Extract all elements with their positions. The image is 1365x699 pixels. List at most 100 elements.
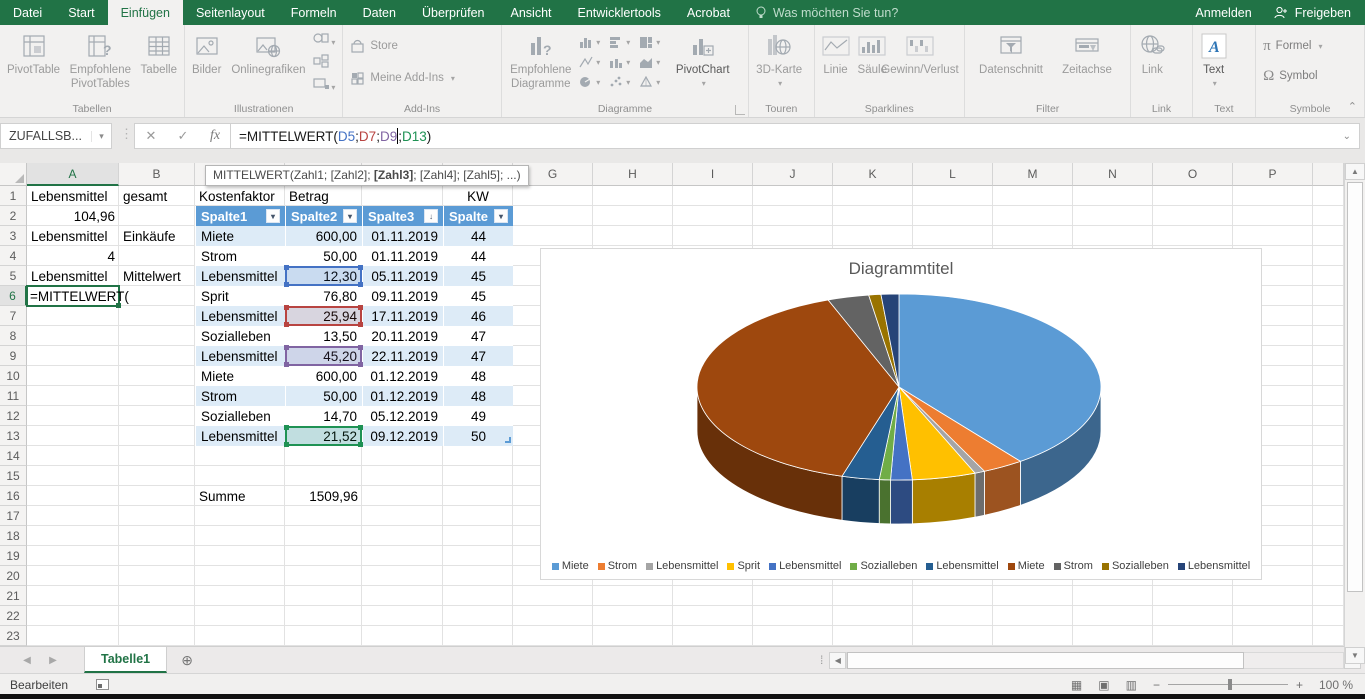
store-button[interactable]: Store (346, 35, 402, 57)
table-cell[interactable]: 01.12.2019 (362, 366, 443, 386)
meine-addins-button[interactable]: Meine Add-Ins▾ (346, 67, 459, 89)
xy-chart-button[interactable]: ▾ (609, 75, 631, 90)
row-header-21[interactable]: 21 (0, 586, 27, 606)
tab-acrobat[interactable]: Acrobat (674, 0, 743, 25)
row-header-2[interactable]: 2 (0, 206, 27, 226)
row-header-1[interactable]: 1 (0, 186, 27, 206)
zoom-in-icon[interactable]: + (1296, 678, 1303, 692)
radar-chart-button[interactable]: ▾ (639, 75, 661, 90)
row-header-11[interactable]: 11 (0, 386, 27, 406)
table-cell[interactable]: Lebensmittel (195, 306, 285, 326)
table-cell[interactable]: 09.12.2019 (362, 426, 443, 446)
formula-input[interactable]: =MITTELWERT(D5;D7;D9;D13) ⌄ (230, 123, 1360, 149)
scroll-down-icon[interactable]: ▼ (1345, 647, 1365, 664)
area-chart-button[interactable]: ▾ (639, 55, 661, 70)
table-cell[interactable]: 13,50 (285, 326, 362, 346)
tab-start[interactable]: Start (55, 0, 107, 25)
cancel-formula-button[interactable]: ✕ (135, 128, 167, 144)
table-cell[interactable]: 45 (443, 266, 513, 286)
table-cell[interactable]: 20.11.2019 (362, 326, 443, 346)
row-header-5[interactable]: 5 (0, 266, 27, 286)
zoom-track[interactable] (1168, 684, 1288, 685)
pie-slice-side-5[interactable] (879, 480, 890, 524)
pie-chart-object[interactable]: Diagrammtitel MieteStromLebensmittelSpri… (540, 248, 1262, 580)
legend-item[interactable]: Miete (552, 560, 589, 572)
legend-item[interactable]: Lebensmittel (1178, 560, 1250, 572)
table-cell[interactable]: 05.11.2019 (362, 266, 443, 286)
cell-F1[interactable]: KW (443, 186, 513, 206)
table-cell[interactable]: 50 (443, 426, 513, 446)
name-box[interactable]: ZUFALLSB... ▾ (0, 123, 112, 149)
combo-chart-button[interactable]: ▾ (609, 55, 631, 70)
insert-function-button[interactable]: fx (199, 128, 231, 144)
row-header-18[interactable]: 18 (0, 526, 27, 546)
v-scroll-thumb[interactable] (1347, 182, 1363, 592)
table-cell[interactable]: 46 (443, 306, 513, 326)
table-cell[interactable]: 17.11.2019 (362, 306, 443, 326)
table-cell[interactable]: 48 (443, 366, 513, 386)
next-sheet-button[interactable]: ▶ (40, 647, 66, 673)
scroll-left-icon[interactable]: ◀ (829, 652, 846, 669)
table-cell[interactable]: 14,70 (285, 406, 362, 426)
h-scroll-track[interactable] (846, 652, 1344, 669)
zoom-thumb[interactable] (1228, 679, 1232, 690)
pivottable-button[interactable]: PivotTable (3, 29, 64, 101)
text-button[interactable]: A Text ▾ (1196, 29, 1232, 101)
filter-sort-icon[interactable]: ↓ (424, 209, 438, 223)
pie-slice-side-3[interactable] (912, 473, 975, 524)
cell-B3[interactable]: Einkäufe (119, 226, 195, 246)
row-header-8[interactable]: 8 (0, 326, 27, 346)
bar-chart-button[interactable]: ▾ (609, 35, 631, 50)
table-cell[interactable]: Lebensmittel (195, 346, 285, 366)
row-header-12[interactable]: 12 (0, 406, 27, 426)
column-chart-button[interactable]: ▾ (579, 35, 601, 50)
datenschnitt-button[interactable]: Datenschnitt (968, 29, 1054, 101)
legend-item[interactable]: Sozialleben (850, 560, 917, 572)
table-cell[interactable]: 76,80 (285, 286, 362, 306)
normal-view-icon[interactable]: ▦ (1071, 678, 1082, 692)
cell-A1[interactable]: Lebensmittel (27, 186, 119, 206)
horizontal-scrollbar[interactable]: ⁞ ◀ ▶ (820, 647, 1365, 673)
collapse-ribbon-button[interactable]: ⌃ (1348, 100, 1357, 113)
table-cell[interactable]: 12,30 (285, 266, 362, 286)
table-header-Spalte1[interactable]: Spalte1▾ (195, 206, 285, 226)
column-header-H[interactable]: H (593, 163, 673, 186)
zoom-level[interactable]: 100 % (1319, 678, 1353, 692)
symbol-button[interactable]: Ω Symbol (1259, 65, 1322, 87)
table-cell[interactable]: Sozialleben (195, 406, 285, 426)
formel-button[interactable]: π Formel▾ (1259, 35, 1326, 57)
row-header-13[interactable]: 13 (0, 426, 27, 446)
legend-item[interactable]: Sozialleben (1102, 560, 1169, 572)
gewinn-verlust-button[interactable]: Gewinn/Verlust (891, 29, 949, 101)
table-header-Spalte3[interactable]: Spalte3↓ (362, 206, 443, 226)
column-header-L[interactable]: L (913, 163, 993, 186)
tell-me-box[interactable]: Was möchten Sie tun? (743, 0, 910, 25)
enter-formula-button[interactable]: ✓ (167, 128, 199, 144)
table-cell[interactable]: 09.11.2019 (362, 286, 443, 306)
cell-D16[interactable]: 1509,96 (285, 486, 362, 506)
legend-item[interactable]: Lebensmittel (769, 560, 841, 572)
tab-entwicklertools[interactable]: Entwicklertools (565, 0, 674, 25)
cell-D1[interactable]: Betrag (285, 186, 362, 206)
column-header-A[interactable]: A (27, 163, 119, 186)
hierarchy-chart-button[interactable]: ▾ (639, 35, 661, 50)
row-header-19[interactable]: 19 (0, 546, 27, 566)
table-cell[interactable]: 48 (443, 386, 513, 406)
table-cell[interactable]: Strom (195, 386, 285, 406)
column-header-N[interactable]: N (1073, 163, 1153, 186)
empfohlene-pivottables-button[interactable]: ? Empfohlene PivotTables (64, 29, 136, 101)
column-header-stub[interactable] (1313, 163, 1344, 186)
cell-B1[interactable]: gesamt (119, 186, 195, 206)
table-cell[interactable]: 05.12.2019 (362, 406, 443, 426)
column-header-P[interactable]: P (1233, 163, 1313, 186)
table-cell[interactable]: Sprit (195, 286, 285, 306)
cell-A5[interactable]: Lebensmittel (27, 266, 119, 286)
cell-A4[interactable]: 4 (27, 246, 119, 266)
tab-split-gripper[interactable]: ⁞ (820, 653, 823, 667)
scatter-chart-button[interactable]: ▾ (579, 55, 601, 70)
cell-C1[interactable]: Kostenfaktor (195, 186, 285, 206)
select-all-corner[interactable] (0, 163, 27, 186)
3d-karte-button[interactable]: 3D-Karte ▾ (752, 29, 806, 101)
onlinegrafiken-button[interactable]: Onlinegrafiken (225, 29, 311, 101)
pie-slice-side-4[interactable] (891, 480, 913, 524)
